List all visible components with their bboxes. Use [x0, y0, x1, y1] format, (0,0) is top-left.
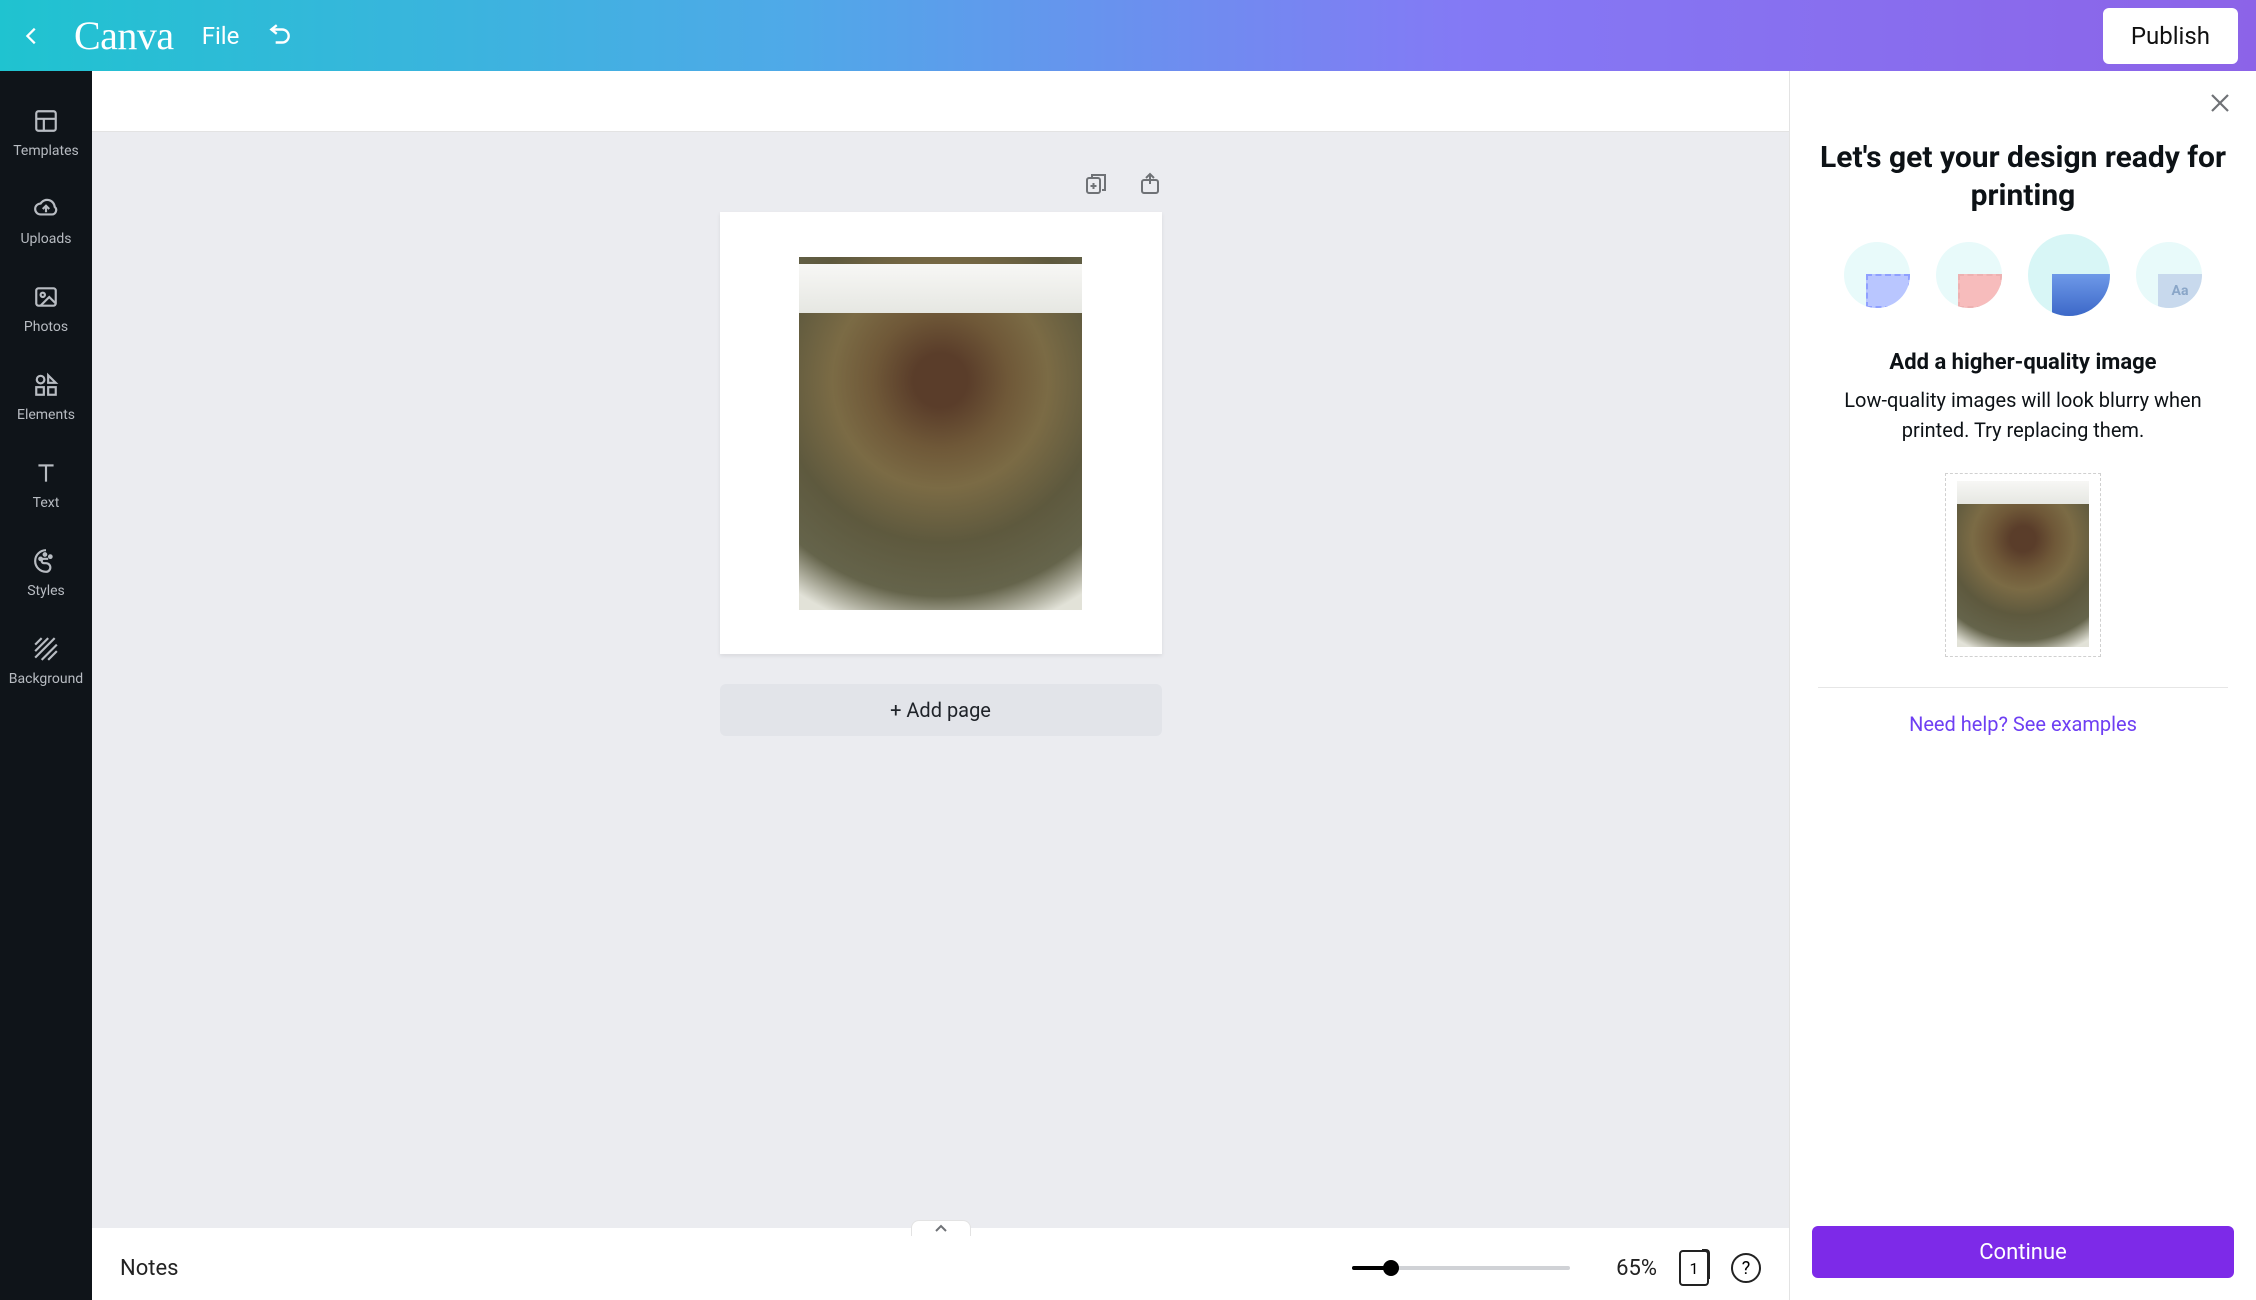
design-page[interactable] — [720, 212, 1162, 654]
undo-button[interactable] — [267, 23, 293, 49]
step-bleed[interactable] — [1844, 242, 1910, 308]
sidebar-item-label: Styles — [27, 583, 65, 599]
step-text[interactable]: Aa — [2136, 242, 2202, 308]
left-sidebar: Templates Uploads Photos Elements Text — [0, 71, 92, 1300]
close-icon — [2208, 91, 2232, 115]
zoom-level[interactable]: 65% — [1616, 1256, 1657, 1281]
sidebar-item-label: Text — [33, 495, 60, 511]
panel-title: Let's get your design ready for printing — [1818, 139, 2228, 214]
sidebar-item-styles[interactable]: Styles — [0, 529, 92, 617]
text-icon — [32, 459, 60, 487]
sidebar-item-uploads[interactable]: Uploads — [0, 177, 92, 265]
bottom-bar: Notes 65% 1 ? — [92, 1236, 1789, 1300]
sidebar-item-label: Background — [9, 671, 83, 687]
app-header: Canva File Publish — [0, 0, 2256, 71]
publish-button[interactable]: Publish — [2103, 8, 2238, 64]
canvas-column: + Add page Notes 65% 1 ? — [92, 71, 1790, 1300]
print-panel: Let's get your design ready for printing… — [1790, 71, 2256, 1300]
photos-icon — [32, 283, 60, 311]
panel-description: Low-quality images will look blurry when… — [1818, 385, 2228, 445]
close-panel-button[interactable] — [2208, 91, 2232, 115]
expand-bottom-handle[interactable] — [911, 1220, 971, 1236]
design-image[interactable] — [799, 257, 1082, 610]
page-actions — [720, 172, 1162, 196]
elements-icon — [32, 371, 60, 399]
step-image-quality[interactable] — [2028, 234, 2110, 316]
templates-icon — [32, 107, 60, 135]
sidebar-item-elements[interactable]: Elements — [0, 353, 92, 441]
uploads-icon — [32, 195, 60, 223]
upload-icon — [1138, 172, 1162, 196]
canvas-toolbar — [92, 71, 1789, 132]
help-button[interactable]: ? — [1731, 1253, 1761, 1283]
panel-body: Let's get your design ready for printing… — [1790, 127, 2256, 1212]
duplicate-page-button[interactable] — [1084, 172, 1108, 196]
sidebar-item-text[interactable]: Text — [0, 441, 92, 529]
panel-header — [1790, 71, 2256, 127]
canvas-scroll-area[interactable]: + Add page — [92, 132, 1789, 1228]
header-left: Canva File — [18, 12, 293, 59]
step-indicator: Aa — [1844, 242, 2202, 316]
notes-button[interactable]: Notes — [120, 1256, 178, 1281]
sidebar-item-templates[interactable]: Templates — [0, 89, 92, 177]
back-button[interactable] — [18, 22, 46, 50]
sidebar-item-background[interactable]: Background — [0, 617, 92, 705]
preview-image — [1957, 481, 2089, 647]
share-page-button[interactable] — [1138, 172, 1162, 196]
zoom-thumb[interactable] — [1383, 1260, 1399, 1276]
sidebar-item-label: Templates — [13, 143, 79, 159]
sidebar-item-label: Photos — [24, 319, 68, 335]
panel-footer: Continue — [1790, 1212, 2256, 1300]
chevron-left-icon — [21, 25, 43, 47]
undo-icon — [267, 23, 293, 49]
chevron-up-icon — [934, 1224, 948, 1234]
continue-button[interactable]: Continue — [1812, 1226, 2234, 1278]
background-icon — [32, 635, 60, 663]
styles-icon — [32, 547, 60, 575]
sidebar-item-label: Uploads — [20, 231, 71, 247]
panel-divider — [1818, 687, 2228, 688]
sidebar-item-photos[interactable]: Photos — [0, 265, 92, 353]
canva-logo: Canva — [74, 12, 174, 59]
add-page-button[interactable]: + Add page — [720, 684, 1162, 736]
panel-subheading: Add a higher-quality image — [1889, 350, 2156, 375]
duplicate-icon — [1084, 172, 1108, 196]
page-count-button[interactable]: 1 — [1679, 1250, 1709, 1286]
zoom-slider[interactable] — [1352, 1266, 1570, 1270]
step-margins[interactable] — [1936, 242, 2002, 308]
low-quality-preview[interactable] — [1957, 481, 2089, 683]
sidebar-item-label: Elements — [17, 407, 75, 423]
zoom-track[interactable] — [1352, 1266, 1570, 1270]
main-area: Templates Uploads Photos Elements Text — [0, 71, 2256, 1300]
file-menu[interactable]: File — [202, 22, 240, 50]
help-examples-link[interactable]: Need help? See examples — [1909, 712, 2137, 736]
